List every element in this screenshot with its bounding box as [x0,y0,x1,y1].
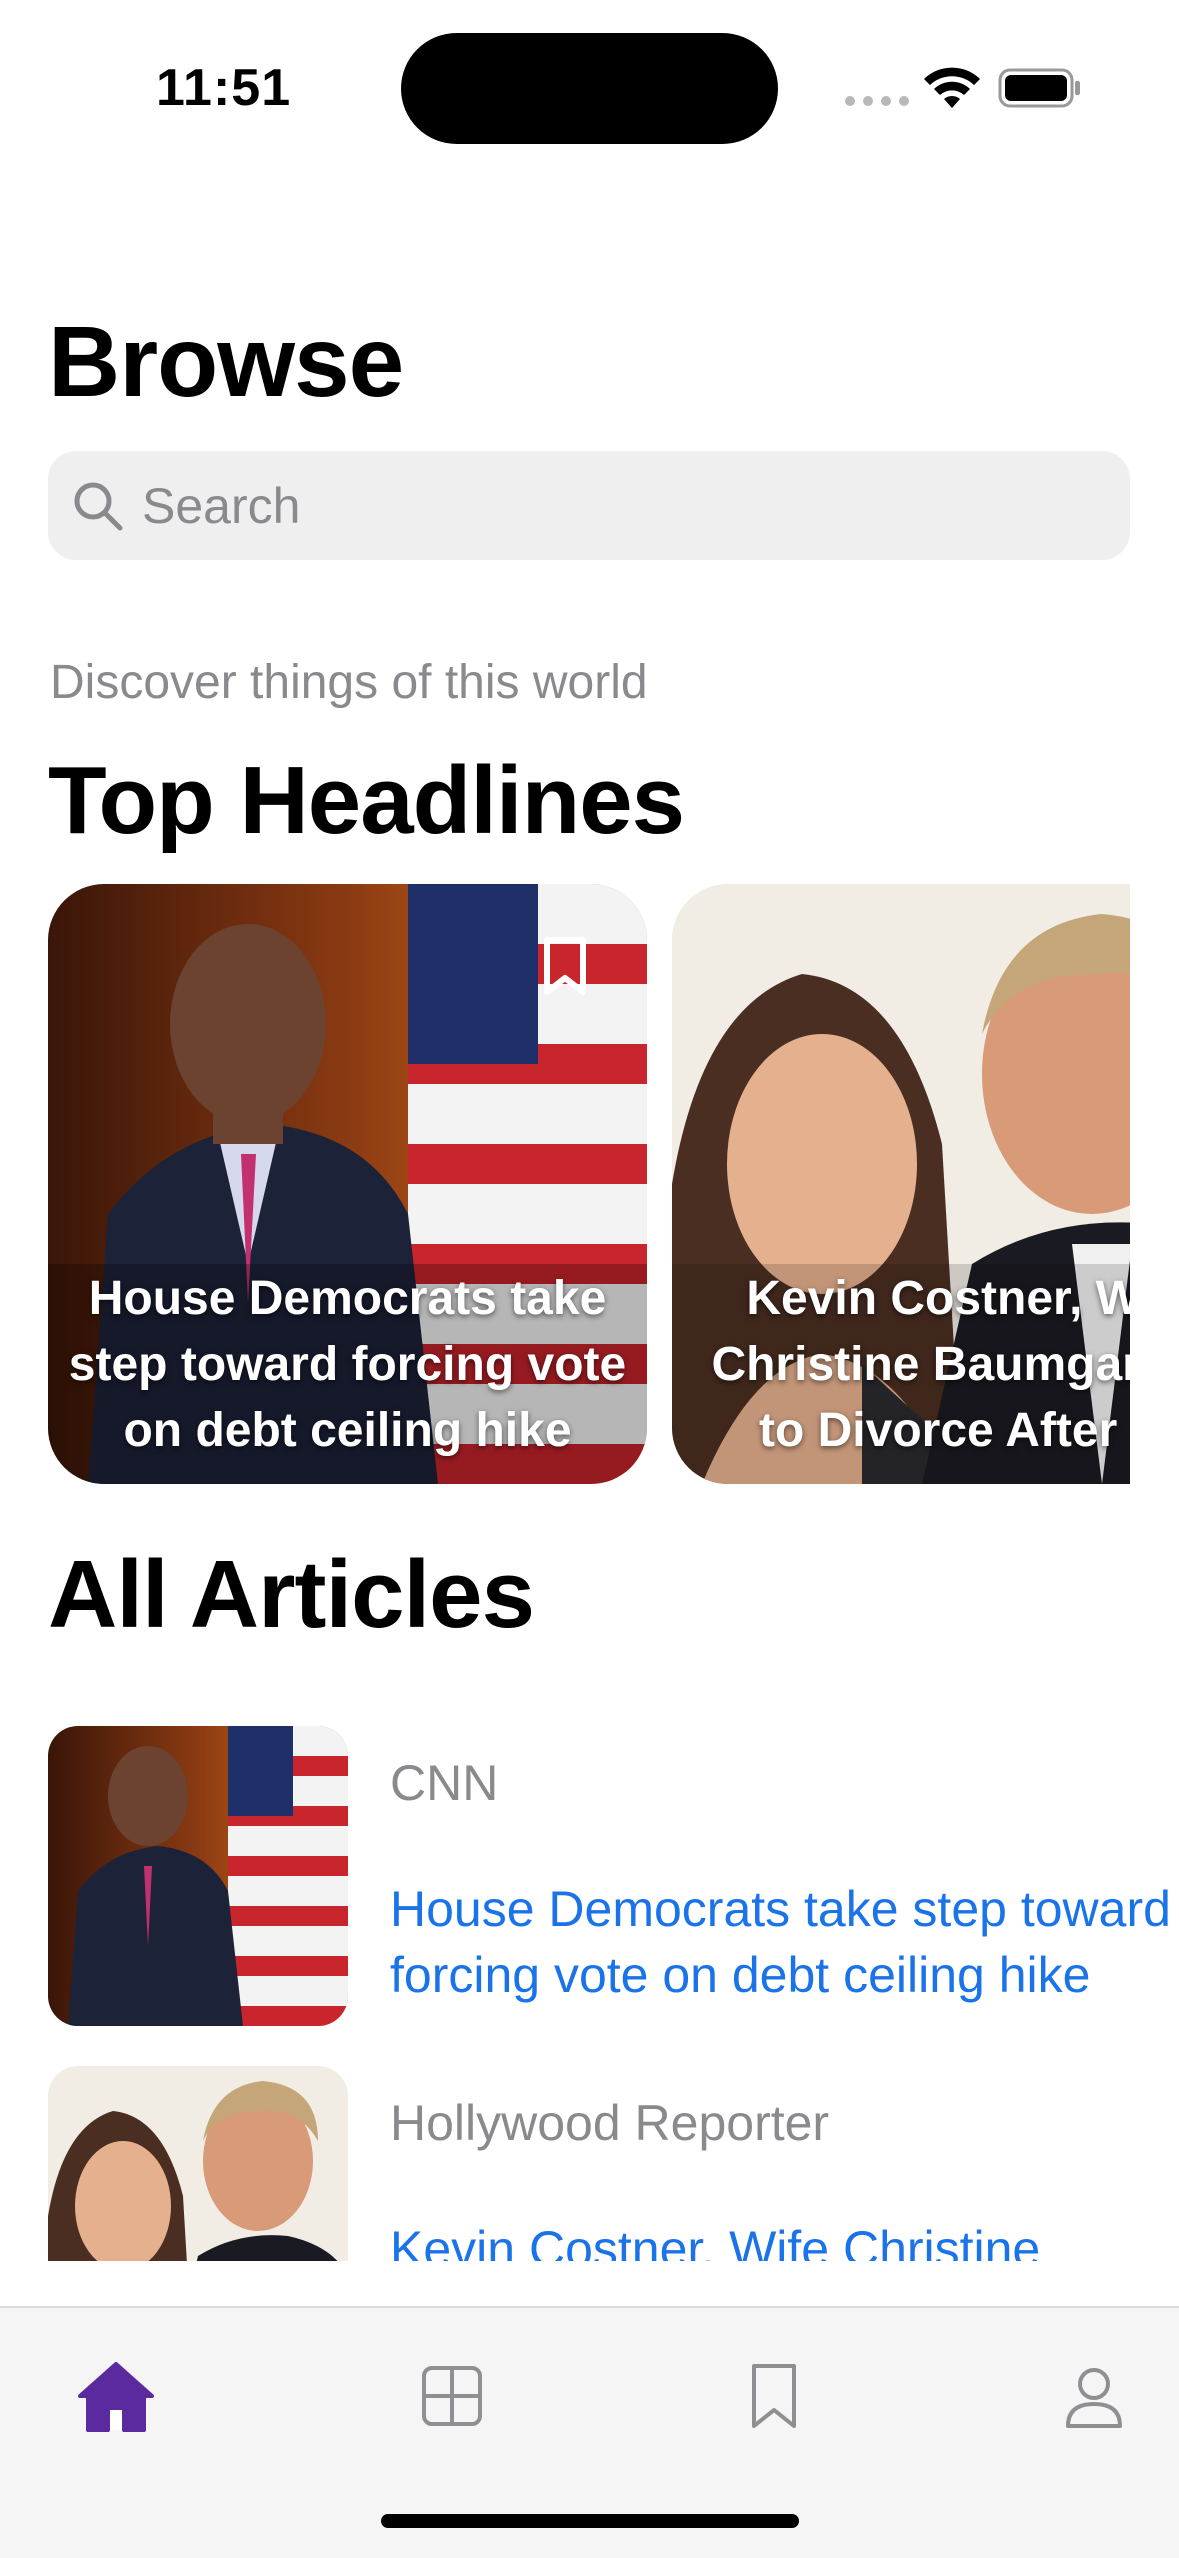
dynamic-island [401,33,778,144]
tab-profile[interactable] [1052,2354,1136,2438]
bookmark-icon[interactable] [543,936,587,996]
article-thumbnail [48,2066,348,2261]
home-indicator[interactable] [381,2514,799,2528]
wifi-icon [924,67,980,108]
headline-card-title: House Democrats take step toward forcing… [68,1272,627,1457]
article-headline-link[interactable]: Kevin Costner, Wife Christine [390,2216,1179,2261]
top-headlines-title: Top Headlines [48,747,685,854]
status-time: 11:51 [156,59,292,117]
article-thumbnail [48,1726,348,2026]
headline-card[interactable]: House Democrats take step toward forcing… [48,884,647,1484]
article-list[interactable]: CNN House Democrats take step toward for… [0,1726,1179,2261]
tab-home[interactable] [74,2354,158,2438]
cellular-signal-icon [845,96,909,106]
grid-icon [422,2366,482,2426]
all-articles-title: All Articles [48,1541,535,1648]
headline-card[interactable]: Kevin Costner, Wife Christine Baumgartne… [672,884,1130,1484]
page-title: Browse [48,306,404,418]
home-icon [78,2362,154,2432]
battery-icon [998,68,1080,108]
tab-categories[interactable] [410,2354,494,2438]
search-input[interactable] [140,475,1044,536]
tab-bookmarks[interactable] [732,2354,816,2438]
article-source: CNN [390,1755,499,1811]
article-source: Hollywood Reporter [390,2095,830,2151]
bookmark-icon [752,2364,796,2428]
search-icon [74,482,123,530]
headlines-carousel[interactable]: House Democrats take step toward forcing… [48,884,1130,1484]
person-icon [1066,2368,1122,2428]
article-headline-link[interactable]: House Democrats take step toward forcing… [390,1876,1179,2008]
list-item[interactable]: CNN House Democrats take step toward for… [48,1726,1171,2026]
discover-subtitle: Discover things of this world [50,656,648,709]
headline-card-title: Kevin Costner, Wife Christine Baumgartne… [711,1272,1130,1457]
list-item[interactable]: Hollywood Reporter Kevin Costner, Wife C… [48,2066,1148,2261]
search-bar[interactable] [48,451,1130,560]
